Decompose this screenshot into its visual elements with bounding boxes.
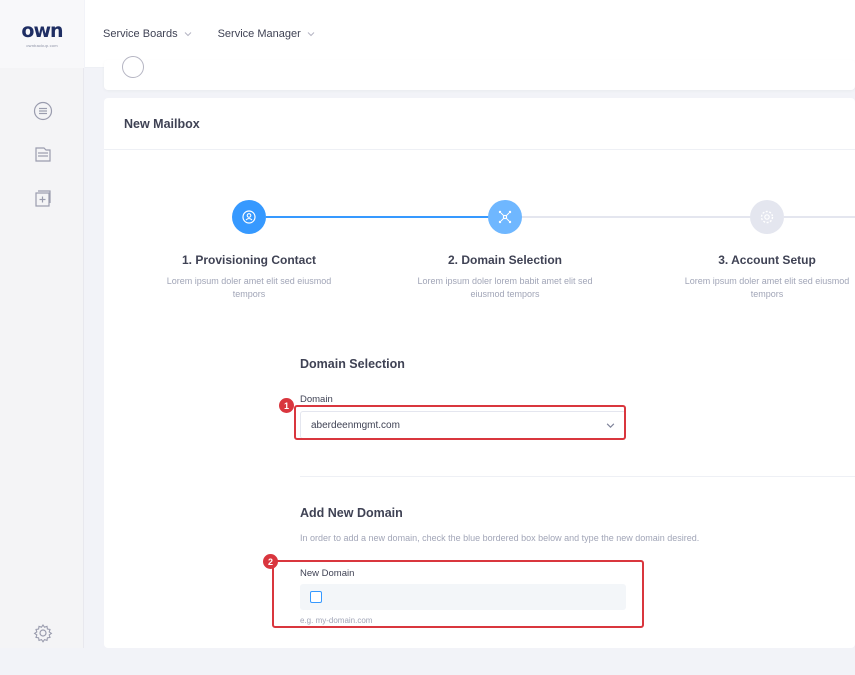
add-domain-help-text: In order to add a new domain, check the … [300, 533, 700, 543]
annotation-highlight-1 [294, 405, 626, 440]
gear-icon[interactable] [33, 623, 53, 643]
folder-icon[interactable] [33, 144, 53, 164]
step-3-description: Lorem ipsum doler amet elit sed eiusmod … [684, 276, 850, 299]
top-navbar: Service Boards Service Manager [85, 0, 855, 68]
logo-text: own [21, 20, 63, 42]
card-title: New Mailbox [104, 98, 855, 150]
step-2-indicator[interactable] [488, 200, 522, 234]
nav-service-manager[interactable]: Service Manager [218, 28, 315, 40]
nav-label: Service Manager [217, 27, 301, 40]
page-bottom-background [0, 648, 855, 675]
contact-icon [242, 210, 256, 224]
stepper-line-pending [518, 216, 758, 218]
info-banner [104, 56, 855, 90]
network-icon [498, 210, 512, 224]
info-icon [122, 56, 144, 78]
add-board-icon[interactable] [33, 188, 53, 208]
step-1-description: Lorem ipsum doler amet elit sed eiusmod … [166, 276, 332, 299]
new-mailbox-card: New Mailbox 1. Provisioning Contact Lore… [104, 98, 855, 648]
step-1-indicator[interactable] [232, 200, 266, 234]
annotation-badge-2: 2 [263, 554, 278, 569]
brand-logo[interactable]: own ownbackup.com [0, 0, 84, 68]
step-1-title: 1. Provisioning Contact [181, 253, 316, 267]
chevron-down-icon [307, 31, 315, 36]
step-3-indicator[interactable] [750, 200, 784, 234]
annotation-badge-1: 1 [279, 398, 294, 413]
sidebar: own ownbackup.com [0, 0, 84, 648]
step-3-title: 3. Account Setup [718, 253, 816, 267]
nav-service-boards[interactable]: Service Boards [103, 28, 192, 40]
gear-icon [760, 210, 774, 224]
annotation-highlight-2 [272, 560, 644, 628]
logo-subtext: ownbackup.com [26, 43, 58, 48]
stepper-line-pending [784, 216, 855, 218]
step-2-description: Lorem ipsum doler lorem babit amet elit … [417, 276, 593, 299]
domain-selection-title: Domain Selection [300, 357, 405, 371]
list-icon[interactable] [33, 101, 53, 121]
nav-label: Service Boards [103, 27, 178, 40]
step-2-title: 2. Domain Selection [447, 253, 563, 267]
stepper-line-complete [266, 216, 498, 218]
chevron-down-icon [184, 31, 191, 36]
section-divider [300, 476, 855, 477]
domain-label: Domain [300, 394, 333, 405]
add-domain-title: Add New Domain [300, 506, 403, 520]
